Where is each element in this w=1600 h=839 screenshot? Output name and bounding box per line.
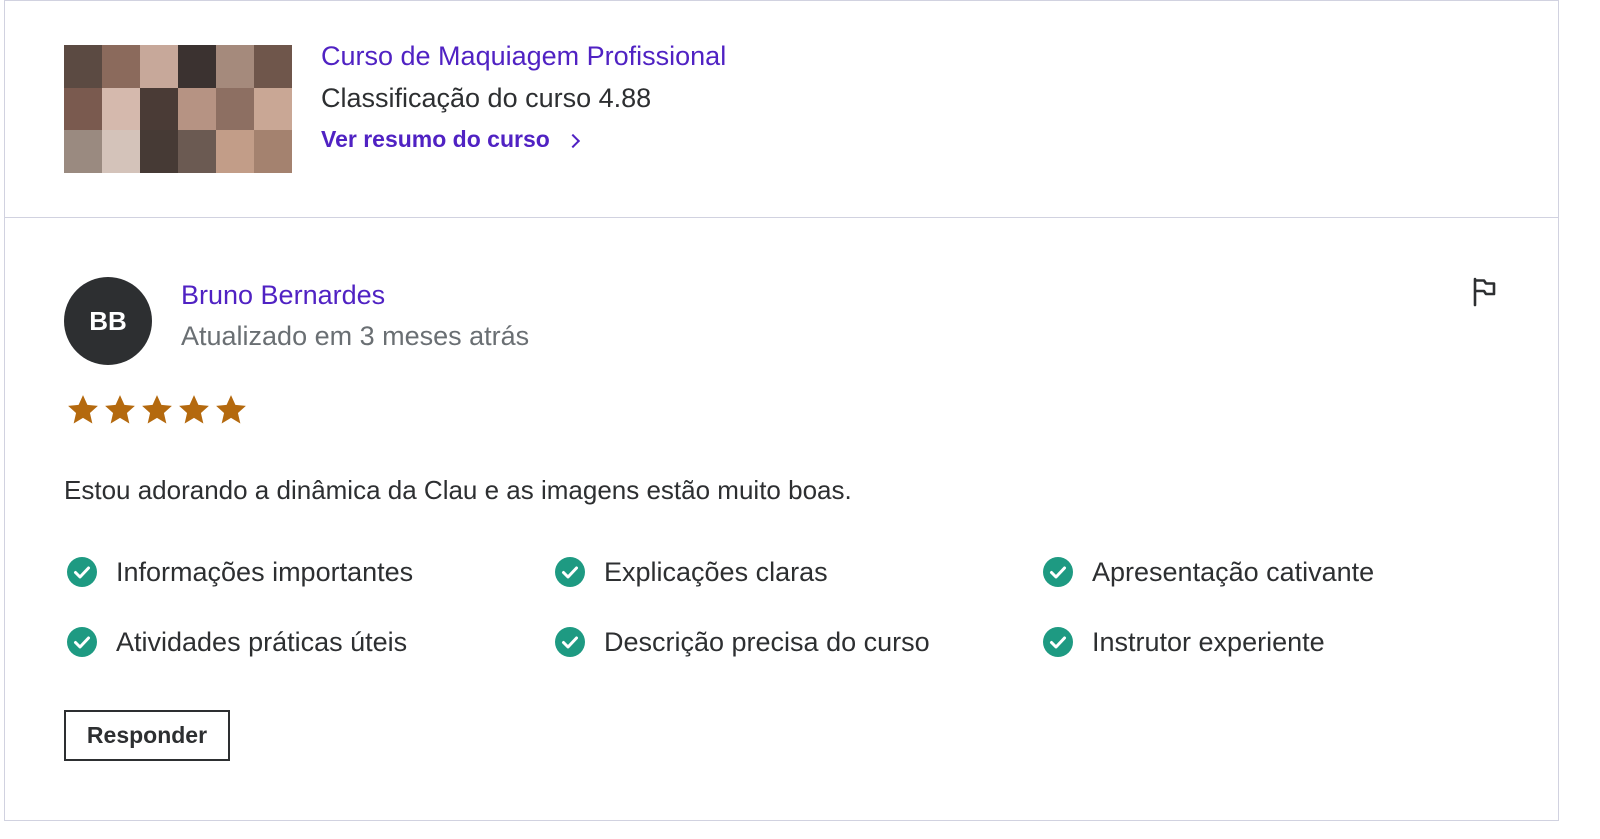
check-circle-icon	[1043, 557, 1073, 587]
check-circle-icon	[555, 627, 585, 657]
chevron-right-icon	[565, 133, 580, 148]
star-icon	[68, 395, 98, 424]
check-circle-icon	[67, 557, 97, 587]
review-tag-label: Atividades práticas úteis	[116, 626, 408, 657]
star-icon	[105, 395, 135, 424]
review-tag-label: Apresentação cativante	[1092, 556, 1375, 587]
review-tag: Instrutor experiente	[1042, 626, 1506, 658]
avatar: BB	[64, 277, 152, 365]
course-header: Curso de Maquiagem Profissional Classifi…	[5, 1, 1558, 218]
review-card: Curso de Maquiagem Profissional Classifi…	[4, 0, 1559, 821]
course-thumbnail[interactable]	[64, 45, 292, 173]
check-circle-icon	[1043, 627, 1073, 657]
review-tag: Informações importantes	[66, 556, 554, 588]
reply-button[interactable]: Responder	[64, 710, 230, 761]
review-tag: Explicações claras	[554, 556, 1042, 588]
course-summary-label: Ver resumo do curso	[321, 126, 550, 152]
review-comment: Estou adorando a dinâmica da Clau e as i…	[64, 475, 852, 505]
review-updated-time: Atualizado em 3 meses atrás	[181, 321, 530, 351]
check-circle-icon	[67, 627, 97, 657]
course-summary-link[interactable]: Ver resumo do curso	[321, 126, 580, 153]
review-tag-label: Descrição precisa do curso	[604, 626, 930, 657]
course-title-link[interactable]: Curso de Maquiagem Profissional	[321, 41, 726, 72]
flag-icon	[1473, 277, 1496, 307]
star-icon	[179, 395, 209, 424]
star-rating	[66, 393, 248, 427]
review-tag-label: Explicações claras	[604, 556, 828, 587]
check-circle-icon	[555, 557, 585, 587]
review-tag: Apresentação cativante	[1042, 556, 1506, 588]
course-rating: Classificação do curso 4.88	[321, 83, 652, 113]
reviewer-name-link[interactable]: Bruno Bernardes	[181, 280, 385, 311]
review-tag: Atividades práticas úteis	[66, 626, 554, 658]
review-tag-label: Instrutor experiente	[1092, 626, 1325, 657]
report-flag-button[interactable]	[1469, 275, 1499, 309]
star-icon	[142, 395, 172, 424]
review-tags: Informações importantes Explicações clar…	[66, 556, 1506, 658]
review-tag-label: Informações importantes	[116, 556, 414, 587]
review-tag: Descrição precisa do curso	[554, 626, 1042, 658]
star-icon	[216, 395, 246, 424]
